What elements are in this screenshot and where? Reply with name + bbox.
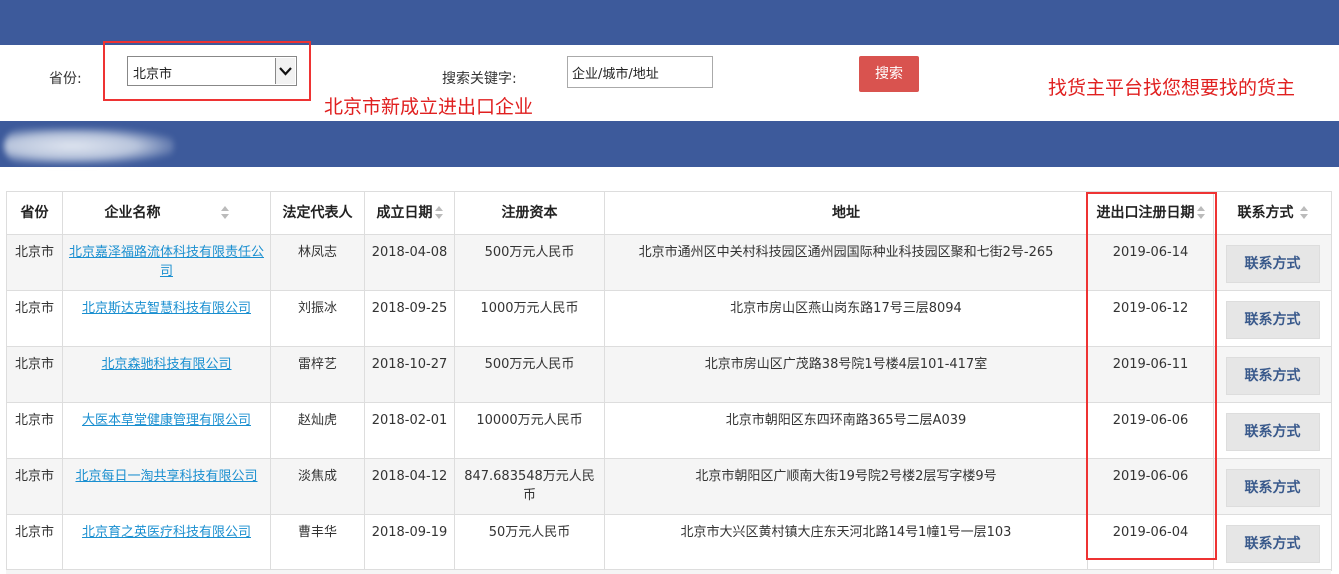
province-label: 省份: xyxy=(49,71,82,87)
cell-capital: 500万元人民币 xyxy=(454,346,605,403)
cell-address: 北京市房山区广茂路38号院1号楼4层101-417室 xyxy=(604,346,1088,403)
cell-address: 北京市朝阳区东四环南路365号二层A039 xyxy=(604,402,1088,459)
cell-contact: 联系方式 xyxy=(1213,458,1332,515)
cell-company: 大医本草堂健康管理有限公司 xyxy=(62,402,271,459)
company-link[interactable]: 北京森驰科技有限公司 xyxy=(101,357,231,372)
cell-contact: 联系方式 xyxy=(1213,234,1332,291)
cell-founded: 2018-09-25 xyxy=(364,290,455,347)
keyword-label: 搜索关键字: xyxy=(442,71,517,87)
cell-ie-date: 2019-06-11 xyxy=(1087,346,1214,403)
company-link[interactable]: 北京嘉泽福路流体科技有限责任公司 xyxy=(69,245,264,279)
table-row: 北京市 北京嘉泽福路流体科技有限责任公司 林凤志 2018-04-08 500万… xyxy=(6,234,1332,291)
col-header-address[interactable]: 地址 xyxy=(604,191,1088,235)
chevron-down-icon[interactable] xyxy=(275,58,295,84)
note-platform: 找货主平台找您想要找的货主 xyxy=(1048,77,1296,99)
contact-button[interactable]: 联系方式 xyxy=(1225,245,1320,283)
contact-button[interactable]: 联系方式 xyxy=(1225,469,1320,507)
sort-icon[interactable] xyxy=(1196,205,1205,220)
next-row-partial xyxy=(6,569,1331,574)
cell-legal-rep: 刘振冰 xyxy=(270,290,365,347)
company-link[interactable]: 北京每日一淘共享科技有限公司 xyxy=(75,469,257,484)
cell-ie-date: 2019-06-12 xyxy=(1087,290,1214,347)
section-header-bar xyxy=(0,121,1339,167)
company-link[interactable]: 大医本草堂健康管理有限公司 xyxy=(82,413,251,428)
cell-legal-rep: 赵灿虎 xyxy=(270,402,365,459)
cell-contact: 联系方式 xyxy=(1213,402,1332,459)
cell-legal-rep: 雷梓艺 xyxy=(270,346,365,403)
top-header-bar xyxy=(0,0,1339,45)
cell-company: 北京斯达克智慧科技有限公司 xyxy=(62,290,271,347)
cell-address: 北京市房山区燕山岗东路17号三层8094 xyxy=(604,290,1088,347)
table-row: 北京市 大医本草堂健康管理有限公司 赵灿虎 2018-02-01 10000万元… xyxy=(6,402,1332,459)
cell-ie-date: 2019-06-04 xyxy=(1087,514,1214,571)
col-header-company[interactable]: 企业名称 xyxy=(62,191,271,235)
cell-address: 北京市朝阳区广顺南大街19号院2号楼2层写字楼9号 xyxy=(604,458,1088,515)
cell-company: 北京育之英医疗科技有限公司 xyxy=(62,514,271,571)
cell-province: 北京市 xyxy=(6,346,63,403)
cell-legal-rep: 林凤志 xyxy=(270,234,365,291)
cell-founded: 2018-02-01 xyxy=(364,402,455,459)
blurred-title xyxy=(4,128,174,164)
keyword-input[interactable] xyxy=(567,56,713,88)
contact-button[interactable]: 联系方式 xyxy=(1225,413,1320,451)
cell-capital: 500万元人民币 xyxy=(454,234,605,291)
table-row: 北京市 北京斯达克智慧科技有限公司 刘振冰 2018-09-25 1000万元人… xyxy=(6,290,1332,347)
cell-capital: 1000万元人民币 xyxy=(454,290,605,347)
province-select[interactable]: 北京市 xyxy=(127,56,297,86)
company-table: 省份 企业名称 法定代表人 成立日期 注册资本 地址 进出口注册日期 联系方式 … xyxy=(6,191,1332,571)
cell-province: 北京市 xyxy=(6,290,63,347)
cell-company: 北京每日一淘共享科技有限公司 xyxy=(62,458,271,515)
cell-province: 北京市 xyxy=(6,514,63,571)
cell-ie-date: 2019-06-14 xyxy=(1087,234,1214,291)
col-header-capital[interactable]: 注册资本 xyxy=(454,191,605,235)
cell-province: 北京市 xyxy=(6,458,63,515)
sort-icon[interactable] xyxy=(434,205,443,220)
province-select-value: 北京市 xyxy=(133,67,173,82)
cell-address: 北京市大兴区黄村镇大庄东天河北路14号1幢1号一层103 xyxy=(604,514,1088,571)
sort-icon[interactable] xyxy=(1299,205,1308,220)
contact-button[interactable]: 联系方式 xyxy=(1225,357,1320,395)
cell-ie-date: 2019-06-06 xyxy=(1087,402,1214,459)
cell-founded: 2018-04-08 xyxy=(364,234,455,291)
cell-province: 北京市 xyxy=(6,402,63,459)
col-header-ie-date[interactable]: 进出口注册日期 xyxy=(1087,191,1214,235)
cell-legal-rep: 曹丰华 xyxy=(270,514,365,571)
cell-address: 北京市通州区中关村科技园区通州园国际种业科技园区聚和七街2号-265 xyxy=(604,234,1088,291)
cell-capital: 10000万元人民币 xyxy=(454,402,605,459)
cell-capital: 847.683548万元人民币 xyxy=(454,458,605,515)
col-header-province[interactable]: 省份 xyxy=(6,191,63,235)
sort-icon[interactable] xyxy=(220,205,229,220)
contact-button[interactable]: 联系方式 xyxy=(1225,525,1320,563)
cell-legal-rep: 淡焦成 xyxy=(270,458,365,515)
note-new-companies: 北京市新成立进出口企业 xyxy=(324,96,534,118)
cell-contact: 联系方式 xyxy=(1213,290,1332,347)
cell-contact: 联系方式 xyxy=(1213,514,1332,571)
cell-ie-date: 2019-06-06 xyxy=(1087,458,1214,515)
cell-capital: 50万元人民币 xyxy=(454,514,605,571)
cell-founded: 2018-04-12 xyxy=(364,458,455,515)
company-link[interactable]: 北京育之英医疗科技有限公司 xyxy=(82,525,251,540)
table-row: 北京市 北京每日一淘共享科技有限公司 淡焦成 2018-04-12 847.68… xyxy=(6,458,1332,515)
company-link[interactable]: 北京斯达克智慧科技有限公司 xyxy=(82,301,251,316)
cell-company: 北京嘉泽福路流体科技有限责任公司 xyxy=(62,234,271,291)
table-row: 北京市 北京森驰科技有限公司 雷梓艺 2018-10-27 500万元人民币 北… xyxy=(6,346,1332,403)
cell-contact: 联系方式 xyxy=(1213,346,1332,403)
col-header-contact[interactable]: 联系方式 xyxy=(1213,191,1332,235)
table-row: 北京市 北京育之英医疗科技有限公司 曹丰华 2018-09-19 50万元人民币… xyxy=(6,514,1332,571)
col-header-founded[interactable]: 成立日期 xyxy=(364,191,455,235)
cell-province: 北京市 xyxy=(6,234,63,291)
contact-button[interactable]: 联系方式 xyxy=(1225,301,1320,339)
cell-founded: 2018-09-19 xyxy=(364,514,455,571)
col-header-legal-rep[interactable]: 法定代表人 xyxy=(270,191,365,235)
search-button[interactable]: 搜索 xyxy=(859,56,919,92)
cell-founded: 2018-10-27 xyxy=(364,346,455,403)
table-header-row: 省份 企业名称 法定代表人 成立日期 注册资本 地址 进出口注册日期 联系方式 xyxy=(6,191,1332,235)
cell-company: 北京森驰科技有限公司 xyxy=(62,346,271,403)
